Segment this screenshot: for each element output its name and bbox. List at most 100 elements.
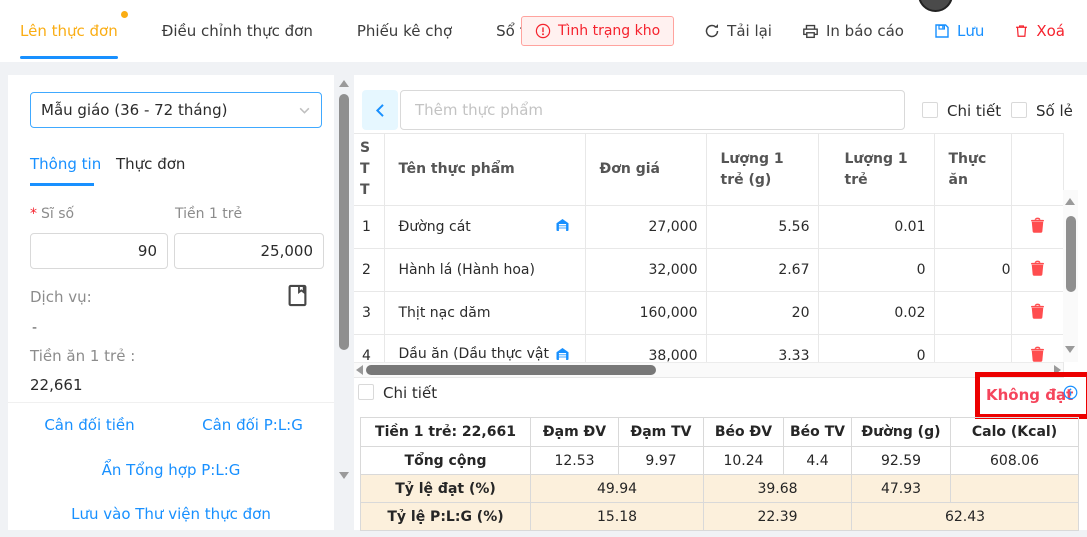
tong-cong-duong: 92.59 (852, 447, 951, 475)
panel-vertical-scrollbar[interactable] (337, 78, 351, 490)
delete-row-cell (1011, 249, 1063, 292)
scroll-down-arrow[interactable] (339, 472, 349, 479)
ty-le-plg-beo: 22.39 (704, 503, 852, 531)
tong-cong-dam-tv: 9.97 (619, 447, 704, 475)
row-trash-icon[interactable] (1029, 308, 1046, 324)
service-book-icon[interactable] (284, 282, 311, 313)
tab-label: Phiếu kê chợ (357, 22, 452, 40)
ty-le-plg-duong-calo: 62.43 (852, 503, 1079, 531)
stock-status-button[interactable]: Tình trạng kho (521, 16, 674, 46)
dich-vu-value: - (32, 320, 37, 336)
save-button[interactable]: Lưu (934, 22, 984, 40)
col-don-gia: Đơn giá (585, 134, 706, 206)
trash-icon (1014, 23, 1029, 39)
luu-thu-vien-link[interactable]: Lưu vào Thư viện thực đơn (71, 505, 271, 523)
food-name: Thịt nạc dăm (399, 305, 491, 321)
table-horizontal-scrollbar[interactable] (354, 362, 1063, 377)
chevron-down-icon (298, 104, 311, 117)
top-navigation-bar: Lên thực đơn Điều chỉnh thực đơn Phiếu k… (0, 0, 1087, 63)
food-name: Hành lá (Hành hoa) (399, 262, 535, 278)
can-doi-tien-link[interactable]: Cân đối tiền (44, 416, 134, 434)
printer-icon (802, 23, 819, 40)
table-vertical-thumb[interactable] (1066, 216, 1076, 292)
ty-le-plg-label: Tỷ lệ P:L:G (%) (361, 503, 531, 531)
dich-vu-label: Dịch vụ: (30, 288, 92, 306)
table-scroll-left-arrow[interactable] (356, 365, 363, 375)
table-vertical-scrollbar[interactable] (1063, 190, 1078, 362)
table-scroll-up-arrow[interactable] (1065, 198, 1075, 205)
an-tong-hop-plg-link[interactable]: Ẩn Tổng hợp P:L:G (102, 461, 241, 479)
col-duong: Đường (g) (852, 418, 951, 447)
tong-cong-dam-dv: 12.53 (531, 447, 619, 475)
row-trash-icon[interactable] (1029, 265, 1046, 281)
col-actions (1011, 134, 1063, 206)
reload-button[interactable]: Tải lại (704, 22, 772, 40)
tab-label: Lên thực đơn (20, 22, 118, 40)
tab-len-thuc-don[interactable]: Lên thực đơn (20, 0, 118, 62)
chevron-left-icon (373, 103, 388, 118)
tab-phieu-ke-cho[interactable]: Phiếu kê chợ (357, 0, 452, 62)
si-so-label: *Sĩ số (30, 206, 74, 222)
food-table: STT Tên thực phẩm Đơn giá Lượng 1 trẻ (g… (354, 133, 1064, 378)
active-tab-underline (20, 56, 118, 59)
col-dam-tv: Đạm TV (619, 418, 704, 447)
summary-rate-row: Tỷ lệ đạt (%) 49.94 39.68 47.93 (361, 475, 1079, 503)
summary-plg-row: Tỷ lệ P:L:G (%) 15.18 22.39 62.43 (361, 503, 1079, 531)
toolbar-actions: Tình trạng kho Tải lại In báo cáo Lưu Xo… (521, 0, 1065, 62)
menu-info-panel: Mẫu giáo (36 - 72 tháng) Thông tin Thực … (8, 75, 334, 530)
col-calo: Calo (Kcal) (951, 418, 1079, 447)
food-name-cell: Thịt nạc dăm (384, 292, 585, 335)
table-horizontal-thumb[interactable] (366, 365, 656, 375)
row-stt: 3 (354, 292, 384, 335)
collapse-panel-button[interactable] (362, 90, 398, 130)
don-gia-cell: 160,000 (585, 292, 706, 335)
an-tong-hop-row: Ẩn Tổng hợp P:L:G (8, 461, 334, 479)
thuc-an-cell (934, 206, 1011, 249)
tab-thong-tin[interactable]: Thông tin (30, 155, 101, 173)
tien-1-tre-input[interactable] (174, 233, 324, 269)
can-doi-plg-link[interactable]: Cân đối P:L:G (202, 416, 303, 434)
luong-cell: 0.02 (818, 292, 934, 335)
nutrition-summary-table: Tiền 1 trẻ: 22,661 Đạm ĐV Đạm TV Béo ĐV … (360, 417, 1079, 531)
so-le-checkbox[interactable] (1011, 102, 1027, 118)
required-mark: * (30, 206, 37, 222)
food-row-3: 3 Thịt nạc dăm 160,000 20 0.02 (354, 292, 1063, 335)
vertical-scrollbar-thumb[interactable] (339, 94, 349, 350)
active-subtab-underline (30, 183, 94, 186)
scroll-up-arrow[interactable] (339, 80, 349, 87)
tab-thuc-don[interactable]: Thực đơn (116, 155, 185, 173)
chi-tiet-bottom-checkbox[interactable] (358, 384, 374, 400)
warning-circle-icon (535, 23, 551, 39)
tong-cong-beo-dv: 10.24 (704, 447, 784, 475)
col-beo-dv: Béo ĐV (704, 418, 784, 447)
row-trash-icon[interactable] (1029, 222, 1046, 238)
stock-status-label: Tình trạng kho (558, 23, 660, 39)
save-icon (934, 23, 950, 39)
tab-dieu-chinh-thuc-don[interactable]: Điều chỉnh thực đơn (162, 0, 313, 62)
food-name: Dầu ăn (Dầu thực vật ... (399, 346, 554, 362)
thuc-an-cell: 0 (934, 249, 1011, 292)
food-name-cell: Đường cát (384, 206, 585, 249)
ty-le-dat-beo: 39.68 (704, 475, 852, 503)
si-so-input[interactable] (30, 233, 168, 269)
luong-g-cell: 5.56 (706, 206, 818, 249)
annotation-highlight-box (975, 372, 1087, 419)
table-scroll-down-arrow[interactable] (1065, 346, 1075, 353)
so-le-label: Số lẻ (1036, 102, 1073, 120)
warehouse-icon[interactable] (554, 217, 571, 237)
chi-tiet-bottom-label: Chi tiết (383, 384, 437, 402)
food-table-header-row: STT Tên thực phẩm Đơn giá Lượng 1 trẻ (g… (354, 134, 1063, 206)
col-thuc-an: Thực ăn (934, 134, 1011, 206)
add-food-search-input[interactable] (400, 90, 905, 130)
print-report-button[interactable]: In báo cáo (802, 22, 904, 40)
ty-le-dat-dam: 49.94 (531, 475, 704, 503)
summary-total-row: Tổng cộng 12.53 9.97 10.24 4.4 92.59 608… (361, 447, 1079, 475)
don-gia-cell: 32,000 (585, 249, 706, 292)
row-stt: 1 (354, 206, 384, 249)
age-group-select[interactable]: Mẫu giáo (36 - 72 tháng) (30, 92, 322, 128)
food-list-panel: Chi tiết Số lẻ STT Tên thực phẩm Đơn giá… (354, 75, 1087, 530)
col-dam-dv: Đạm ĐV (531, 418, 619, 447)
app-window: Lên thực đơn Điều chỉnh thực đơn Phiếu k… (0, 0, 1087, 537)
chi-tiet-top-checkbox[interactable] (922, 102, 938, 118)
delete-button[interactable]: Xoá (1014, 22, 1065, 40)
